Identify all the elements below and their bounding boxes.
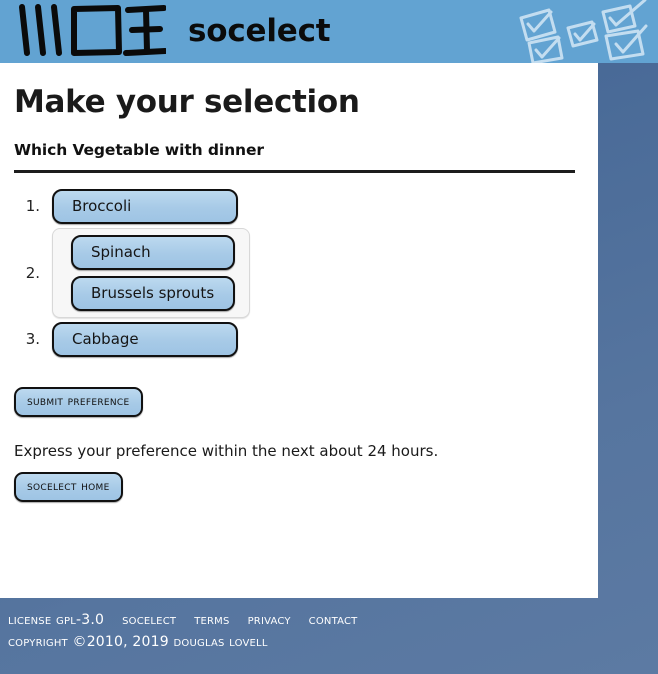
choice-option-cabbage[interactable]: Cabbage	[52, 321, 238, 357]
deadline-notice: Express your preference within the next …	[14, 441, 439, 460]
footer-link-privacy[interactable]: Privacy	[248, 612, 291, 628]
brand-name: socelect	[188, 13, 331, 49]
footer-link-terms[interactable]: Terms	[194, 612, 229, 628]
choice-option-broccoli[interactable]: Broccoli	[52, 188, 238, 224]
rank-number: 2.	[25, 263, 40, 282]
rank-row: 1. Broccoli	[14, 188, 576, 224]
footer-link-socelect[interactable]: socelect	[122, 612, 176, 628]
rank-number: 1.	[25, 197, 40, 216]
content-panel: Make your selection Which Vegetable with…	[0, 63, 598, 598]
choice-option-brussels-sprouts[interactable]: Brussels sprouts	[71, 275, 235, 311]
tally-marks-logo-icon	[14, 3, 168, 61]
choice-label: Brussels sprouts	[91, 284, 215, 303]
choice-option-spinach[interactable]: Spinach	[71, 234, 235, 270]
rank-number: 3.	[25, 330, 40, 349]
choice-label: Broccoli	[72, 197, 132, 216]
footer-links: License GPL-3.0 socelect Terms Privacy C…	[8, 612, 658, 628]
brand[interactable]: socelect	[14, 0, 331, 63]
site-footer: License GPL-3.0 socelect Terms Privacy C…	[0, 606, 658, 650]
page-title: Make your selection	[14, 84, 360, 120]
footer-link-license[interactable]: License GPL-3.0	[8, 612, 104, 628]
ranked-choice-list: 1. Broccoli 2. Spinach Brussels sprouts	[14, 188, 576, 357]
footer-copyright: Copyright ©2010, 2019 Douglas Lovell	[8, 634, 268, 650]
sketched-checkboxes-icon	[508, 0, 648, 63]
socelect-home-button[interactable]: Socelect home	[14, 471, 123, 502]
choice-label: Spinach	[91, 243, 151, 262]
question-label: Which Vegetable with dinner	[14, 140, 264, 159]
choice-label: Cabbage	[72, 330, 139, 349]
rank-row: 2. Spinach Brussels sprouts	[14, 227, 576, 318]
divider	[14, 169, 575, 173]
rank-row: 3. Cabbage	[14, 321, 576, 357]
tied-choice-group: Spinach Brussels sprouts	[52, 227, 250, 318]
submit-preference-button[interactable]: Submit preference	[14, 386, 143, 417]
footer-link-contact[interactable]: Contact	[309, 612, 358, 628]
site-header: socelect	[0, 0, 658, 63]
